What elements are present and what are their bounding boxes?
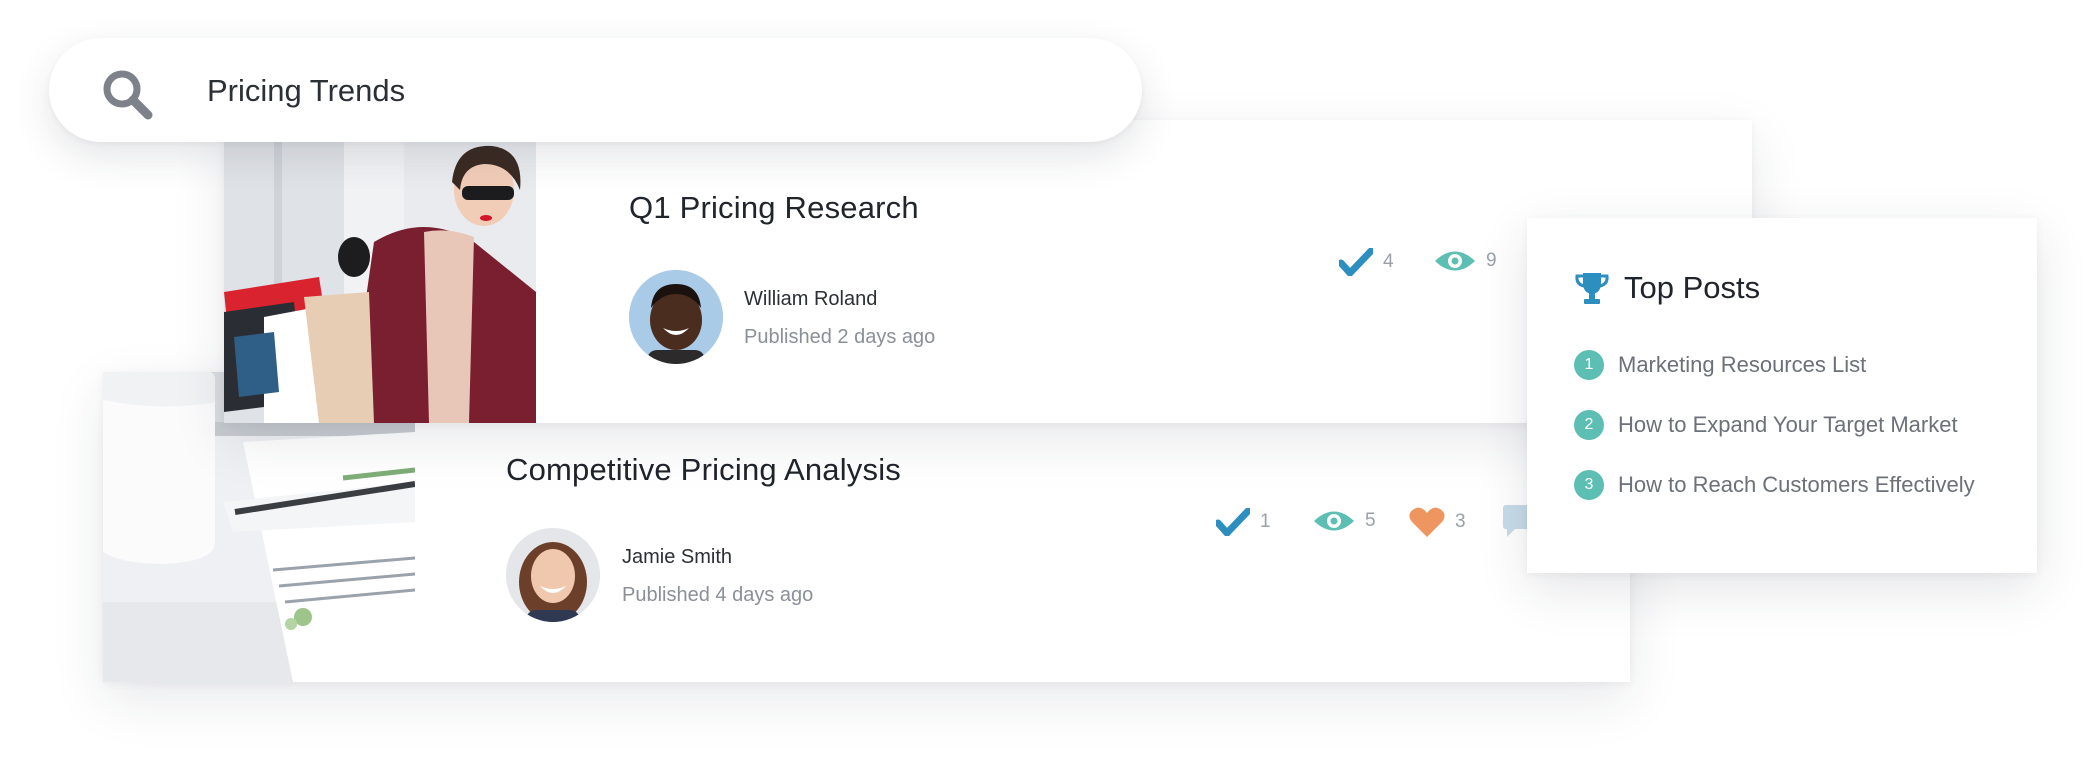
search-bar[interactable]: [49, 38, 1142, 142]
heart-icon: [1409, 507, 1445, 537]
top-posts-list: 1 Marketing Resources List 2 How to Expa…: [1574, 350, 1975, 530]
top-posts-header: Top Posts: [1574, 270, 1760, 306]
checks-stat[interactable]: 4: [1339, 248, 1394, 276]
published-date: Published 2 days ago: [744, 326, 936, 348]
trophy-icon: [1575, 273, 1609, 304]
eye-icon: [1314, 511, 1354, 531]
views-stat[interactable]: 9: [1434, 248, 1497, 274]
top-post-link[interactable]: How to Reach Customers Effectively: [1618, 472, 1975, 498]
author-name[interactable]: William Roland: [744, 288, 877, 311]
likes-stat[interactable]: 3: [1409, 506, 1466, 538]
likes-count: 3: [1455, 511, 1466, 532]
check-icon: [1216, 508, 1250, 536]
checks-count: 1: [1260, 511, 1271, 532]
top-post-item[interactable]: 2 How to Expand Your Target Market: [1574, 410, 1975, 440]
top-post-link[interactable]: Marketing Resources List: [1618, 352, 1866, 378]
top-post-link[interactable]: How to Expand Your Target Market: [1618, 412, 1958, 438]
author-name[interactable]: Jamie Smith: [622, 546, 732, 569]
top-posts-title: Top Posts: [1624, 270, 1761, 305]
checks-count: 4: [1383, 251, 1394, 272]
checks-stat[interactable]: 1: [1216, 508, 1271, 536]
top-post-item[interactable]: 1 Marketing Resources List: [1574, 350, 1975, 380]
views-count: 9: [1486, 250, 1497, 271]
post-card-q1-pricing[interactable]: Q1 Pricing Research William Roland Publi…: [224, 120, 1752, 423]
search-icon[interactable]: [101, 68, 153, 120]
check-icon: [1339, 248, 1373, 276]
avatar: [629, 270, 723, 364]
eye-icon: [1435, 251, 1475, 271]
post-title[interactable]: Q1 Pricing Research: [629, 190, 919, 226]
post-image-shopping: [224, 142, 536, 423]
avatar: [506, 528, 600, 622]
published-date: Published 4 days ago: [622, 584, 814, 606]
rank-badge: 2: [1574, 410, 1604, 440]
rank-badge: 1: [1574, 350, 1604, 380]
views-count: 5: [1365, 510, 1376, 531]
search-input[interactable]: [205, 66, 1069, 116]
rank-badge: 3: [1574, 470, 1604, 500]
post-title[interactable]: Competitive Pricing Analysis: [506, 452, 901, 488]
top-posts-panel: Top Posts 1 Marketing Resources List 2 H…: [1527, 218, 2037, 573]
top-post-item[interactable]: 3 How to Reach Customers Effectively: [1574, 470, 1975, 500]
views-stat[interactable]: 5: [1313, 508, 1376, 534]
